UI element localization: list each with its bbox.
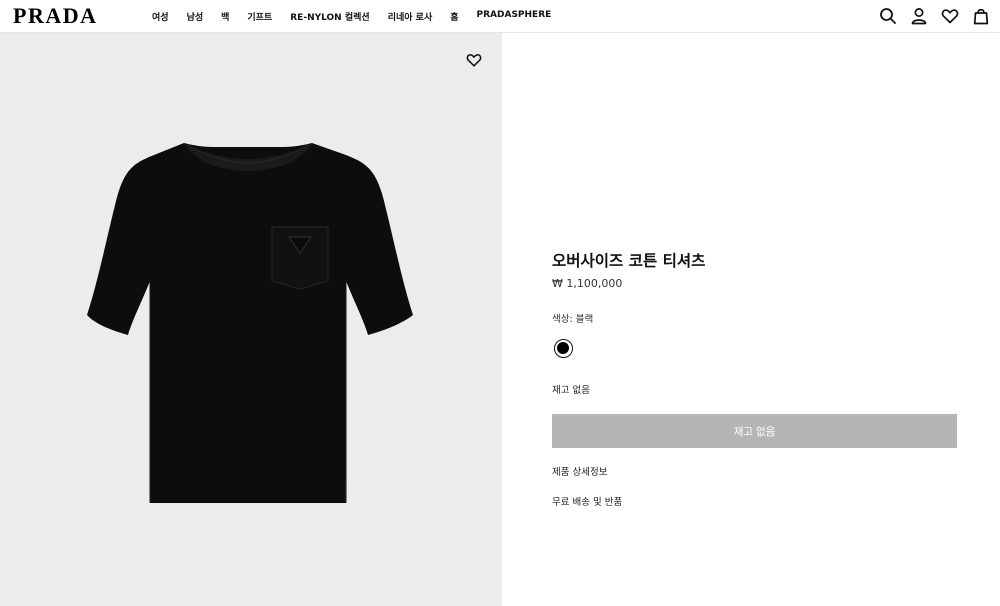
nav-item-re-nylon[interactable]: RE-NYLON 컬렉션	[290, 10, 369, 23]
main-nav: 여성 남성 백 기프트 RE-NYLON 컬렉션 리네아 로사 홈 PRADAS…	[152, 10, 569, 23]
site-header: PRADA 여성 남성 백 기프트 RE-NYLON 컬렉션 리네아 로사 홈 …	[0, 0, 1000, 33]
nav-item-men[interactable]: 남성	[187, 10, 204, 23]
swatch-dot	[557, 342, 569, 354]
stock-status: 재고 없음	[552, 385, 590, 396]
product-image-panel	[0, 33, 502, 606]
product-title: 오버사이즈 코튼 티셔츠	[552, 252, 706, 270]
prada-logo[interactable]: PRADA	[13, 3, 98, 29]
color-value: 블랙	[575, 314, 594, 325]
color-swatch-black[interactable]	[554, 339, 573, 358]
product-image-tshirt	[87, 143, 413, 503]
nav-item-gifts[interactable]: 기프트	[247, 10, 272, 23]
nav-item-home[interactable]: 홈	[450, 10, 458, 23]
bag-icon[interactable]	[972, 7, 990, 25]
color-label-text: 색상:	[552, 314, 573, 325]
nav-item-women[interactable]: 여성	[152, 10, 169, 23]
account-icon[interactable]	[910, 7, 928, 25]
header-icons	[879, 7, 990, 25]
product-price: ₩ 1,100,000	[552, 277, 623, 290]
out-of-stock-button[interactable]: 재고 없음	[552, 414, 957, 448]
nav-item-bags[interactable]: 백	[221, 10, 229, 23]
wishlist-icon[interactable]	[941, 7, 959, 25]
search-icon[interactable]	[879, 7, 897, 25]
nav-item-linea-rossa[interactable]: 리네아 로사	[388, 10, 433, 23]
nav-item-pradasphere[interactable]: PRADASPHERE	[477, 10, 552, 23]
color-label: 색상: 블랙	[552, 311, 593, 325]
shipping-returns-link[interactable]: 무료 배송 및 반품	[552, 494, 622, 508]
add-to-wishlist-heart-icon[interactable]	[466, 52, 482, 68]
product-details-link[interactable]: 제품 상세정보	[552, 464, 607, 478]
